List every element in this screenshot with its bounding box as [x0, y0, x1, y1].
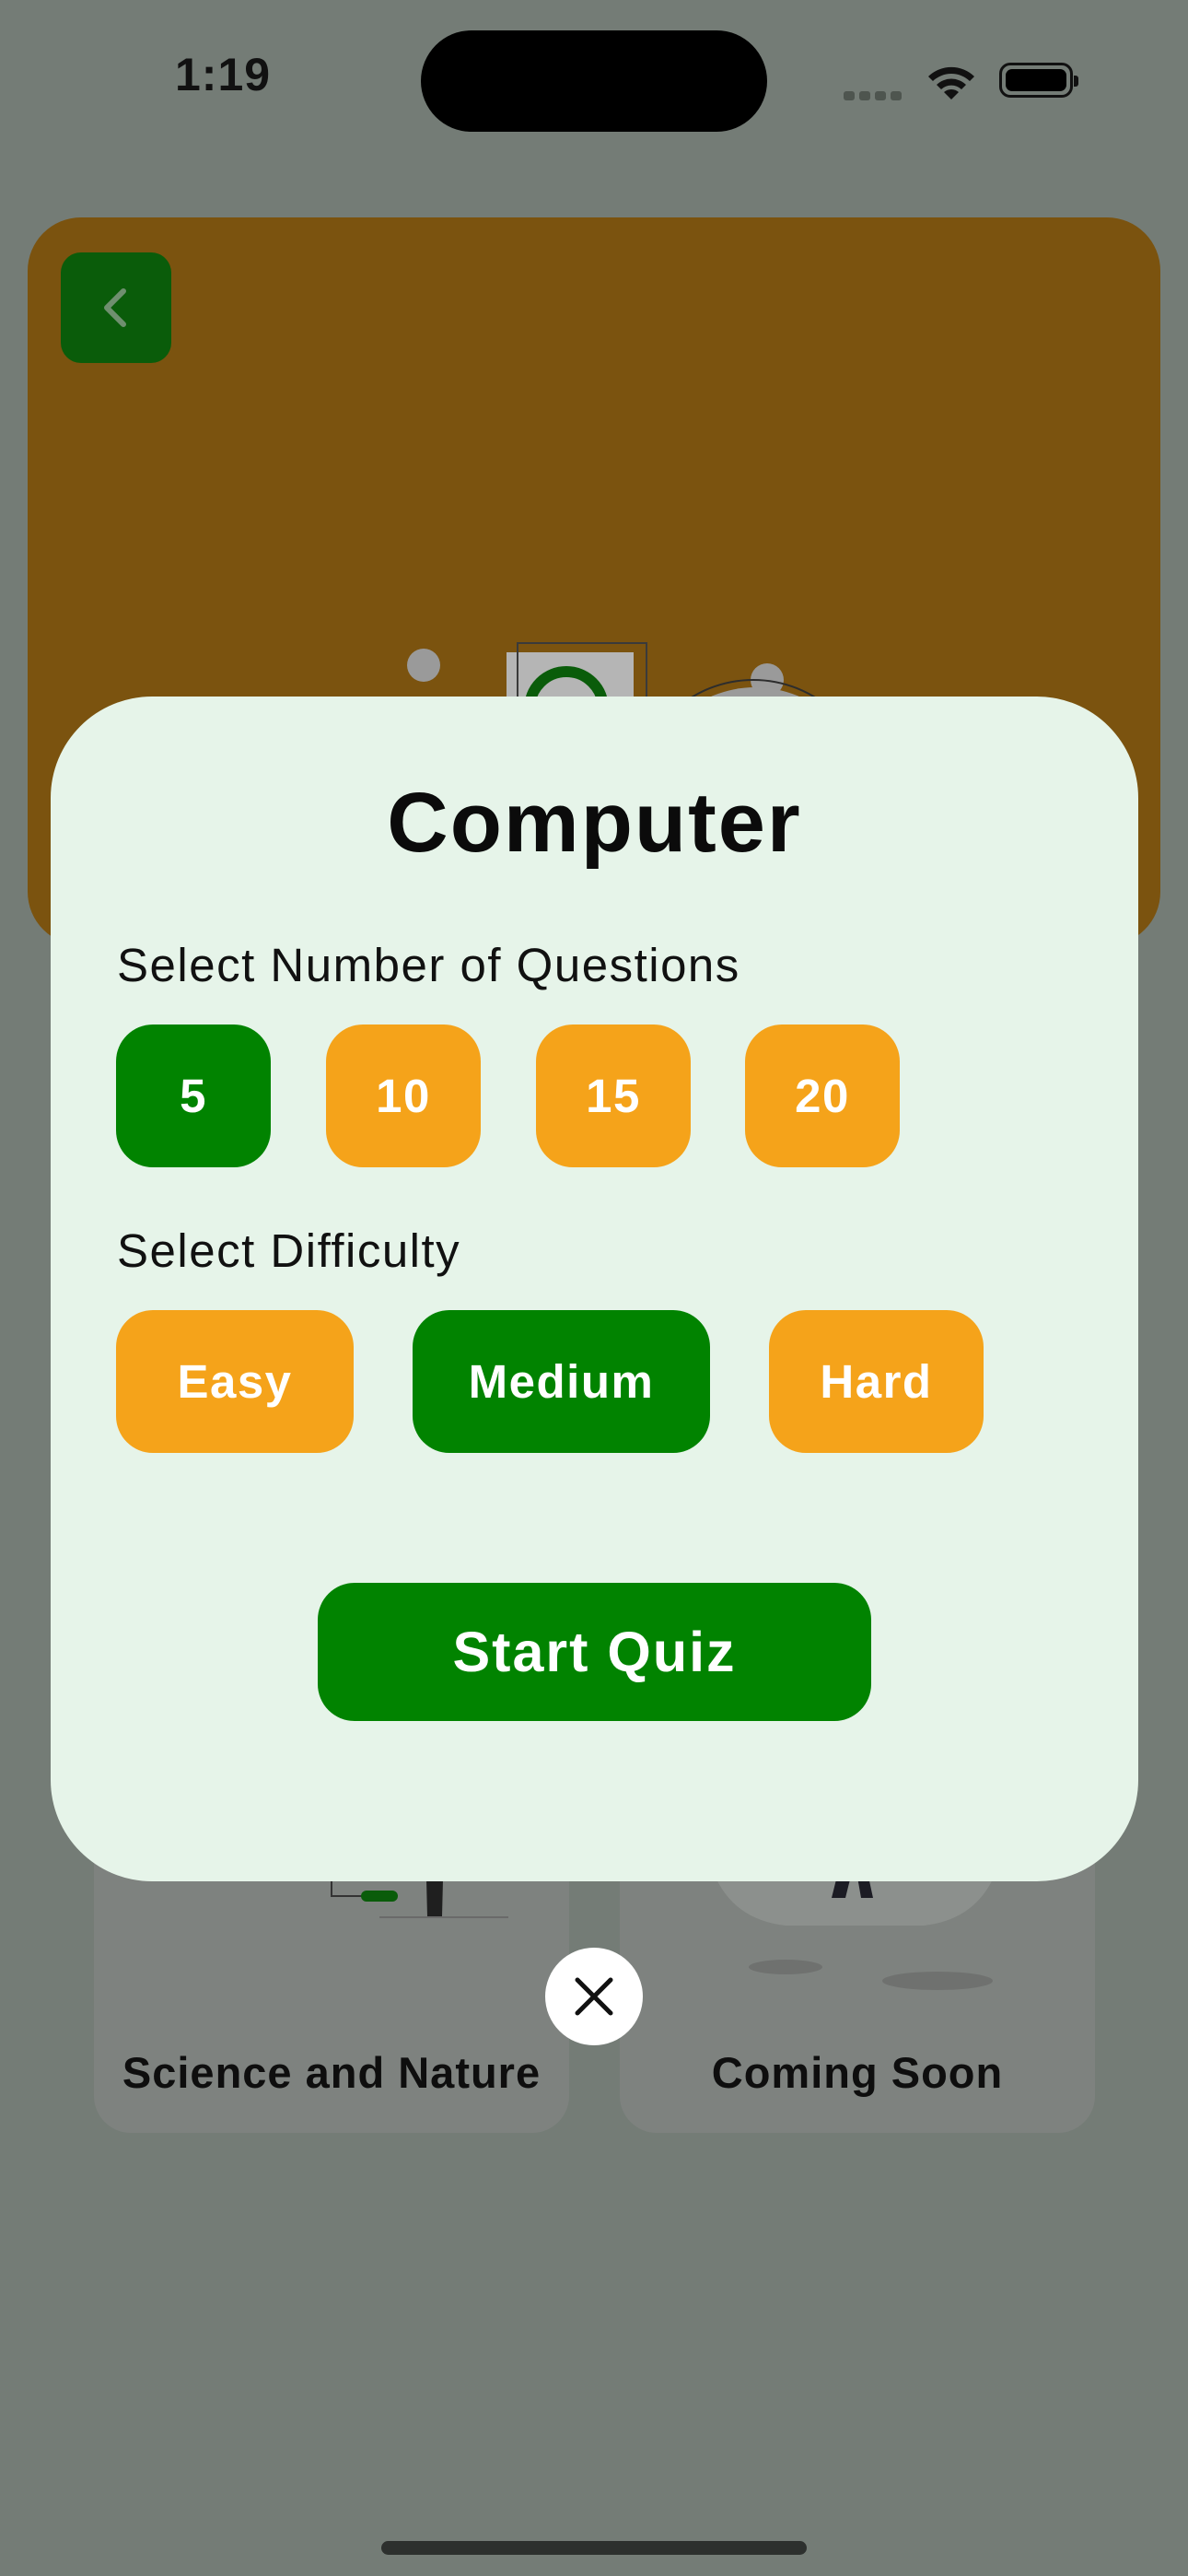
back-button[interactable]: [61, 252, 171, 363]
question-count-option-20[interactable]: 20: [745, 1025, 900, 1167]
quiz-settings-modal: Computer Select Number of Questions 5 10…: [51, 697, 1138, 1881]
wifi-icon: [928, 66, 974, 100]
questions-section-label: Select Number of Questions: [117, 939, 740, 991]
card-label-coming-soon: Coming Soon: [711, 2048, 1004, 2097]
difficulty-option-easy[interactable]: Easy: [116, 1310, 354, 1453]
chevron-left-icon: [104, 288, 126, 327]
cellular-signal-icon: [844, 88, 906, 105]
question-count-option-5[interactable]: 5: [116, 1025, 271, 1167]
question-count-option-10[interactable]: 10: [326, 1025, 481, 1167]
question-count-option-15[interactable]: 15: [536, 1025, 691, 1167]
card-label-science: Science and Nature: [122, 2048, 542, 2097]
close-button[interactable]: [545, 1948, 643, 2045]
status-icons: [838, 53, 1087, 109]
modal-title: Computer: [387, 776, 802, 870]
battery-icon: [999, 63, 1078, 98]
close-icon: [575, 1977, 613, 2016]
home-indicator[interactable]: [381, 2541, 807, 2555]
start-quiz-button[interactable]: Start Quiz: [318, 1583, 871, 1721]
difficulty-option-medium[interactable]: Medium: [413, 1310, 710, 1453]
difficulty-option-hard[interactable]: Hard: [769, 1310, 984, 1453]
status-time: 1:19: [175, 49, 272, 100]
difficulty-section-label: Select Difficulty: [117, 1224, 461, 1277]
dynamic-island: [421, 30, 767, 132]
